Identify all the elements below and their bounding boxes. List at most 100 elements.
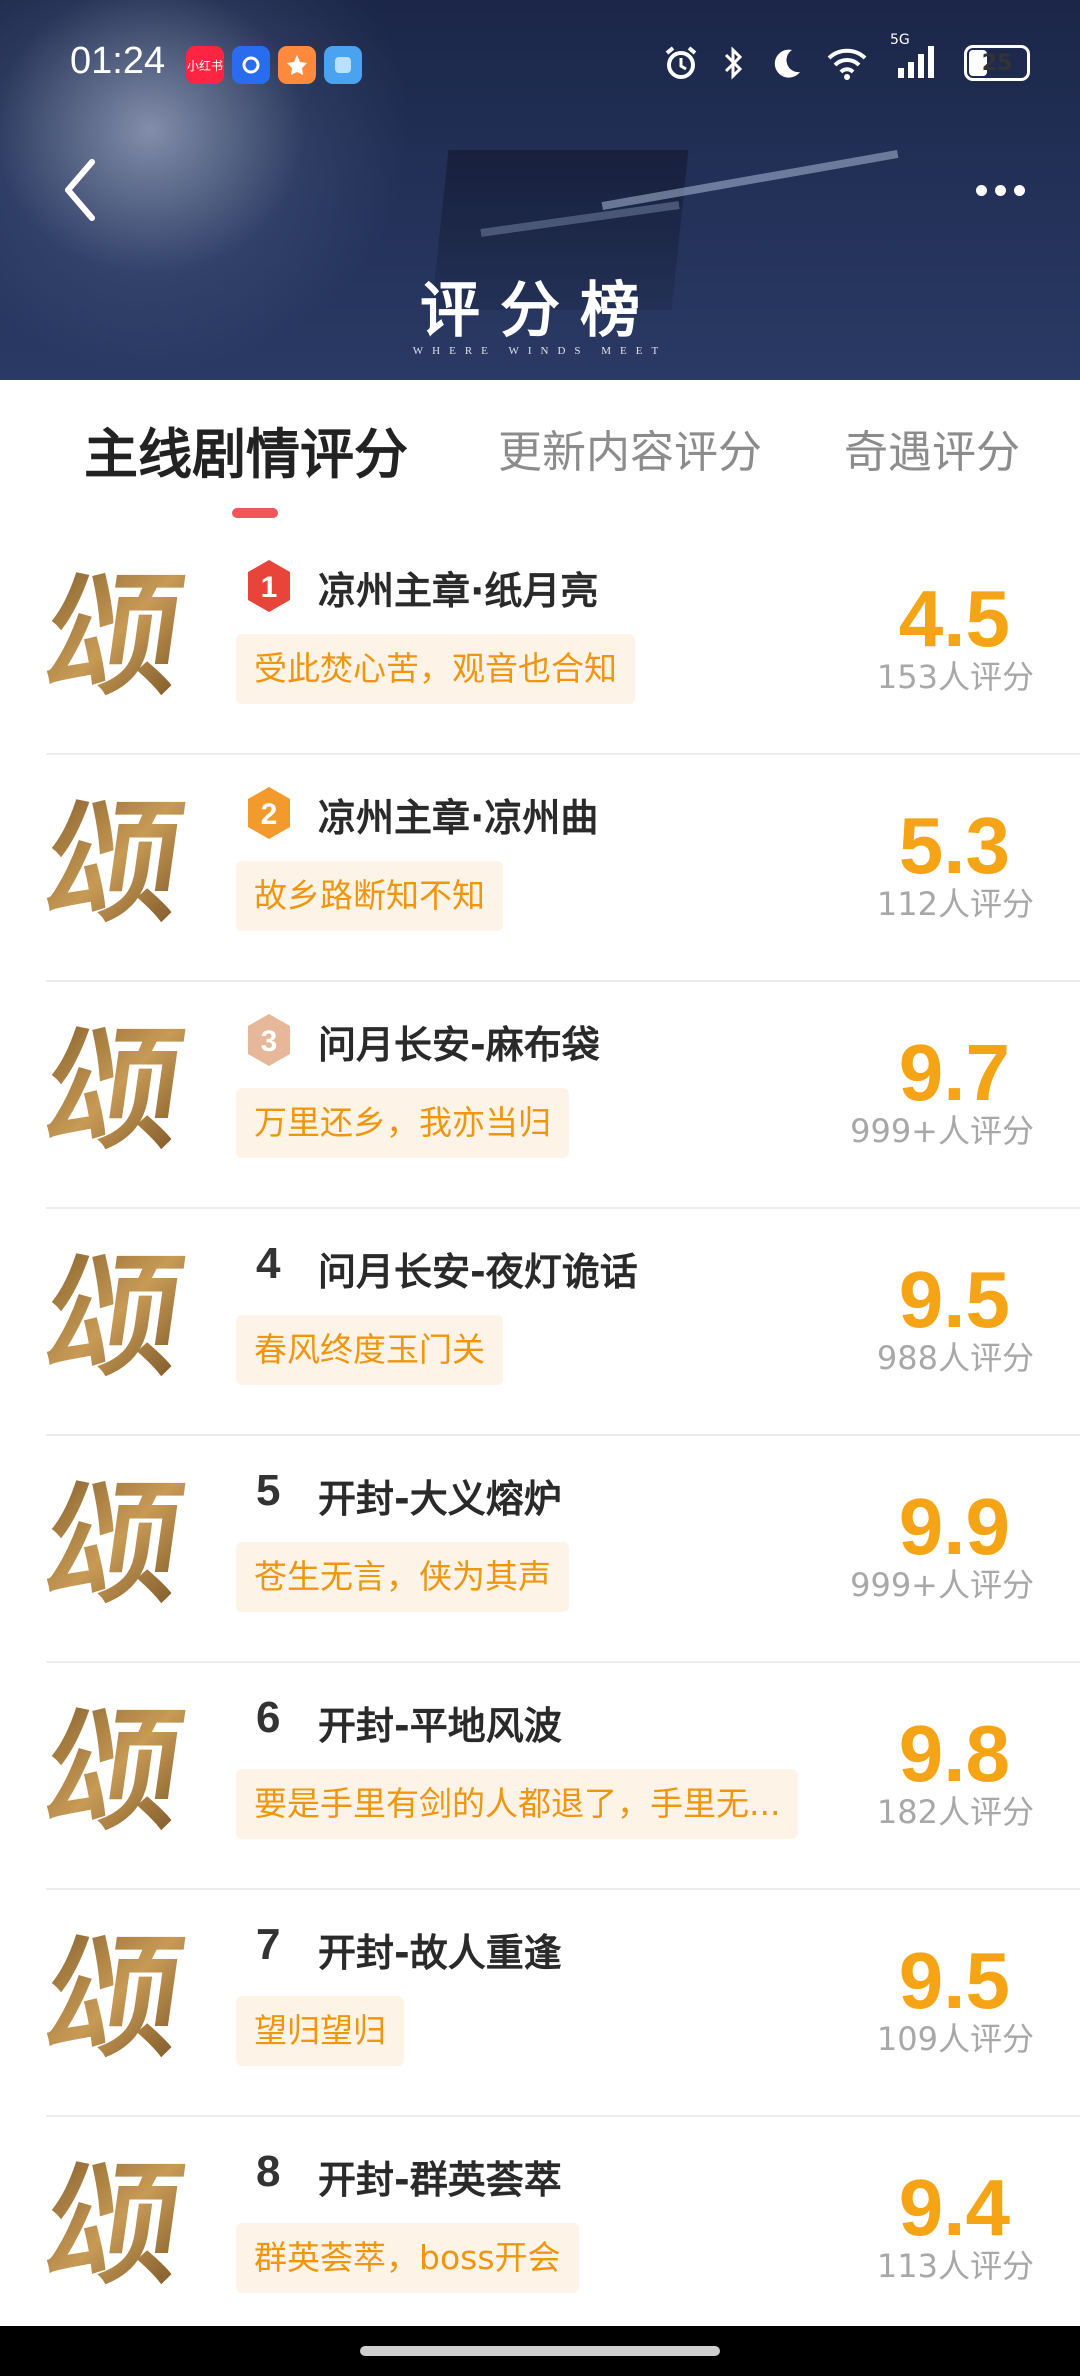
rank-number: 6 bbox=[256, 1693, 281, 1742]
page-title: 评分榜 bbox=[420, 276, 660, 346]
rating-count: 109人评分 bbox=[876, 2020, 1034, 2058]
item-title: 凉州主章·纸月亮 bbox=[318, 569, 599, 613]
rating-score: 9.7 bbox=[898, 1028, 1010, 1117]
tab-encounter-rating[interactable]: 奇遇评分 bbox=[844, 416, 1020, 480]
rank-number: 4 bbox=[256, 1239, 281, 1288]
item-title: 问月长安-麻布袋 bbox=[318, 1023, 600, 1067]
item-title: 开封-大义熔炉 bbox=[318, 1477, 562, 1521]
item-quote-tag: 群英荟萃，boss开会 bbox=[236, 2223, 579, 2293]
network-label: 5G bbox=[890, 32, 910, 48]
rating-score: 9.4 bbox=[898, 2163, 1010, 2252]
rating-count: 999+人评分 bbox=[850, 1566, 1034, 1604]
item-title: 问月长安-夜灯诡话 bbox=[318, 1250, 638, 1294]
xiaohongshu-app-icon: 小红书 bbox=[186, 46, 224, 84]
song-calligraphy-icon: 颂 bbox=[46, 1916, 206, 2076]
item-title: 开封-群英荟萃 bbox=[318, 2158, 562, 2202]
dot bbox=[975, 184, 987, 196]
bluetooth-icon bbox=[724, 46, 743, 80]
rank-number: 8 bbox=[256, 2147, 281, 2196]
tab-bar: 主线剧情评分 更新内容评分 奇遇评分 bbox=[0, 380, 1080, 530]
signal-icon: 5G bbox=[890, 32, 942, 84]
rating-score: 9.5 bbox=[898, 1255, 1010, 1344]
song-calligraphy-icon: 颂 bbox=[46, 554, 206, 714]
item-quote-tag: 受此焚心苦，观音也合知 bbox=[236, 634, 635, 704]
home-indicator[interactable] bbox=[360, 2346, 720, 2356]
back-button[interactable] bbox=[40, 150, 120, 230]
navigation-bar bbox=[0, 2326, 1080, 2376]
rating-score: 4.5 bbox=[898, 574, 1010, 663]
rank-number: 5 bbox=[256, 1466, 281, 1515]
rating-score: 9.5 bbox=[898, 1936, 1010, 2025]
list-item[interactable]: 颂 4 问月长安-夜灯诡话春风终度玉门关 9.5 988人评分 bbox=[46, 1209, 1080, 1436]
item-quote-tag: 望归望归 bbox=[236, 1996, 404, 2066]
chevron-left-icon bbox=[65, 159, 95, 221]
list-item[interactable]: 颂 7 开封-故人重逢望归望归 9.5 109人评分 bbox=[46, 1890, 1080, 2117]
song-glyph: 颂 bbox=[46, 786, 191, 941]
list-item[interactable]: 颂 2 凉州主章·凉州曲故乡路断知不知 5.3 112人评分 bbox=[46, 755, 1080, 982]
dot bbox=[994, 184, 1006, 196]
song-glyph: 颂 bbox=[46, 1013, 191, 1168]
header-banner: 01:24 小红书 5G 25 评分榜 WHERE WINDS MEET bbox=[0, 0, 1080, 380]
rating-count: 182人评分 bbox=[876, 1793, 1034, 1831]
item-quote-tag: 春风终度玉门关 bbox=[236, 1315, 503, 1385]
rank-number: 1 bbox=[261, 571, 278, 604]
status-bar: 01:24 小红书 5G 25 bbox=[0, 0, 1080, 130]
rating-score: 9.9 bbox=[898, 1482, 1010, 1571]
list-item[interactable]: 颂 8 开封-群英荟萃群英荟萃，boss开会 9.4 113人评分 bbox=[46, 2117, 1080, 2344]
item-quote-tag: 故乡路断知不知 bbox=[236, 861, 503, 931]
song-calligraphy-icon: 颂 bbox=[46, 1235, 206, 1395]
item-title: 开封-故人重逢 bbox=[318, 1931, 562, 1975]
list-item[interactable]: 颂 5 开封-大义熔炉苍生无言，侠为其声 9.9 999+人评分 bbox=[46, 1436, 1080, 1663]
list-item[interactable]: 颂 3 问月长安-麻布袋万里还乡，我亦当归 9.7 999+人评分 bbox=[46, 982, 1080, 1209]
more-options-button[interactable] bbox=[960, 160, 1040, 220]
rank-number: 7 bbox=[256, 1920, 281, 1969]
tab-main-story-rating[interactable]: 主线剧情评分 bbox=[84, 410, 408, 489]
rank-number: 2 bbox=[261, 798, 278, 831]
list-item[interactable]: 颂 1 凉州主章·纸月亮受此焚心苦，观音也合知 4.5 153人评分 bbox=[46, 528, 1080, 755]
item-quote-tag: 苍生无言，侠为其声 bbox=[236, 1542, 569, 1612]
moon-icon bbox=[774, 49, 800, 78]
page-subtitle: WHERE WINDS MEET bbox=[412, 345, 668, 357]
song-calligraphy-icon: 颂 bbox=[46, 1689, 206, 1849]
rank-badge-icon: 1 bbox=[244, 558, 294, 614]
item-quote-tag: 万里还乡，我亦当归 bbox=[236, 1088, 569, 1158]
song-glyph: 颂 bbox=[46, 1240, 191, 1395]
song-glyph: 颂 bbox=[46, 559, 191, 714]
circle-app-icon bbox=[232, 46, 270, 84]
status-time: 01:24 bbox=[70, 40, 166, 82]
song-glyph: 颂 bbox=[46, 2148, 191, 2303]
song-calligraphy-icon: 颂 bbox=[46, 2143, 206, 2303]
song-calligraphy-icon: 颂 bbox=[46, 1008, 206, 1168]
tab-active-indicator bbox=[232, 508, 278, 518]
list-item[interactable]: 颂 6 开封-平地风波要是手里有剑的人都退了，手里无... 9.8 182人评分 bbox=[46, 1663, 1080, 1890]
song-calligraphy-icon: 颂 bbox=[46, 781, 206, 941]
rating-count: 988人评分 bbox=[876, 1339, 1034, 1377]
battery-level: 25 bbox=[981, 50, 1013, 76]
status-icons: 5G 25 bbox=[662, 32, 1030, 84]
rating-count: 999+人评分 bbox=[850, 1112, 1034, 1150]
song-calligraphy-icon: 颂 bbox=[46, 1462, 206, 1622]
rating-list: 颂 1 凉州主章·纸月亮 受此焚心苦，观音也合知 4.5 153人评分颂 2 凉州主章·凉州曲… bbox=[0, 528, 1080, 2344]
rating-count: 112人评分 bbox=[876, 885, 1034, 923]
dot bbox=[1013, 184, 1025, 196]
rank-number: 3 bbox=[261, 1025, 278, 1058]
tab-update-content-rating[interactable]: 更新内容评分 bbox=[498, 416, 762, 480]
wallpaper-app-icon bbox=[324, 46, 362, 84]
rating-count: 113人评分 bbox=[876, 2247, 1034, 2285]
rank-badge-icon: 2 bbox=[244, 785, 294, 841]
rank-badge-icon: 3 bbox=[244, 1012, 294, 1068]
song-glyph: 颂 bbox=[46, 1694, 191, 1849]
wifi-icon bbox=[827, 48, 867, 80]
rating-score: 5.3 bbox=[898, 801, 1010, 890]
item-title: 开封-平地风波 bbox=[318, 1704, 562, 1748]
song-glyph: 颂 bbox=[46, 1467, 191, 1622]
alarm-icon bbox=[665, 46, 697, 79]
song-glyph: 颂 bbox=[46, 1921, 191, 2076]
status-app-icons: 小红书 bbox=[186, 46, 362, 84]
battery-icon: 25 bbox=[964, 45, 1030, 81]
item-quote-tag: 要是手里有剑的人都退了，手里无... bbox=[236, 1769, 799, 1839]
rating-count: 153人评分 bbox=[876, 658, 1034, 696]
star-app-icon bbox=[278, 46, 316, 84]
rating-score: 9.8 bbox=[898, 1709, 1010, 1798]
item-title: 凉州主章·凉州曲 bbox=[318, 796, 599, 840]
